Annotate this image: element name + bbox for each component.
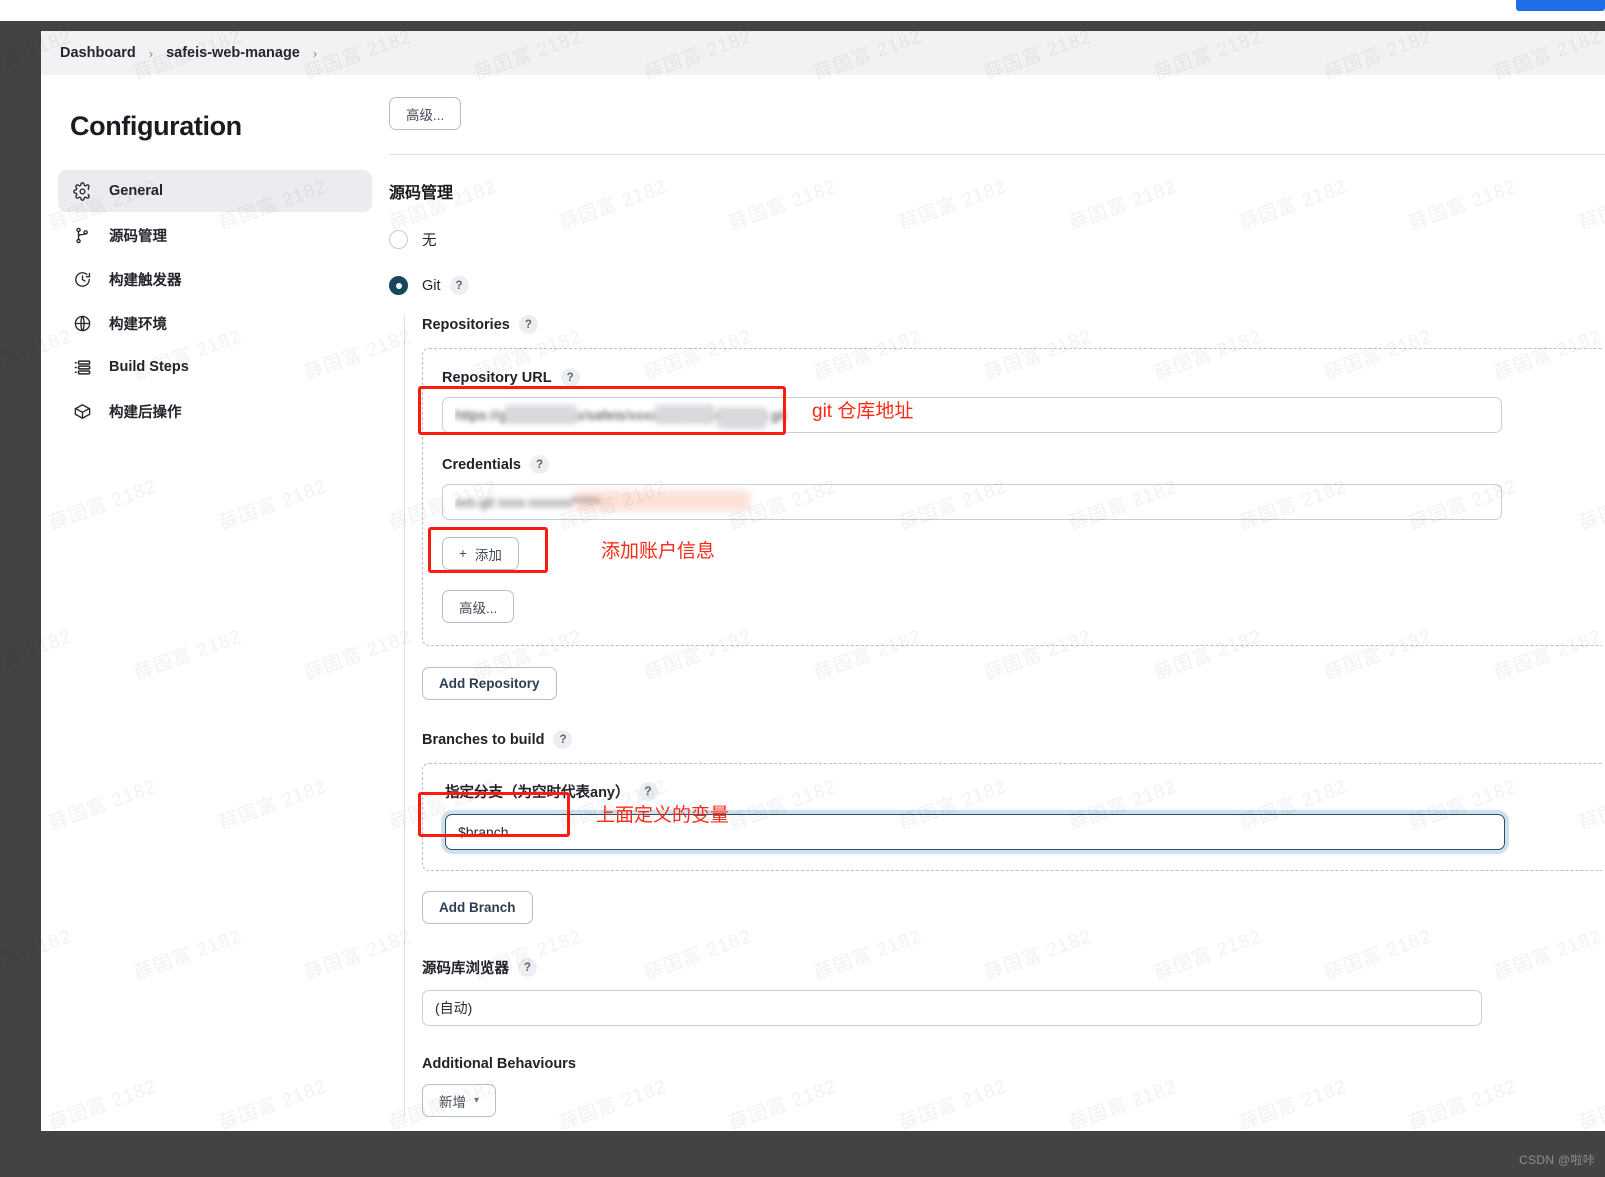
sidebar-item-general[interactable]: General [58, 170, 372, 212]
additional-behaviours-text: Additional Behaviours [422, 1056, 576, 1072]
additional-behaviours-add-label: 新增 [439, 1094, 466, 1110]
help-icon-repository-url[interactable]: ? [560, 368, 580, 387]
browser-tab-indicator [1516, 0, 1605, 11]
branches-label-row: Branches to build ? [422, 730, 1605, 749]
repositories-label: Repositories [422, 316, 510, 333]
add-repository-row: Add Repository [422, 667, 1605, 700]
configuration-body: Configuration General 源码管理 构建触发器 构建环境 Bu… [41, 75, 1605, 1131]
scm-option-git-label: Git [422, 277, 441, 294]
credentials-value: xxx-git xxxx-xxxxxx/***** [455, 494, 600, 510]
sidebar-item-label-post-build: 构建后操作 [109, 404, 182, 421]
sidebar-item-label-general: General [109, 183, 163, 199]
add-repository-button[interactable]: Add Repository [422, 667, 557, 700]
sidebar-item-label-build-steps: Build Steps [109, 359, 189, 375]
branch-icon [72, 225, 93, 246]
repository-url-label-row: Repository URL ? [442, 368, 1602, 387]
top-advanced-button[interactable]: 高级... [389, 97, 462, 130]
scm-section-title: 源码管理 [389, 185, 454, 202]
clock-icon [72, 269, 93, 290]
globe-icon [72, 313, 93, 334]
repository-url-input[interactable]: https://git.xxxxxxxxx/safeis/xxxxxxx-web… [442, 397, 1502, 433]
breadcrumb: Dashboard › safeis-web-manage › [41, 31, 1605, 75]
credentials-label: Credentials [442, 456, 521, 473]
annotation-text-repo-url: git 仓库地址 [812, 401, 914, 422]
plus-icon: + [459, 546, 467, 561]
section-divider [389, 154, 1605, 155]
redaction-blob-3 [717, 407, 767, 429]
sidebar-item-build-environment[interactable]: 构建环境 [58, 302, 372, 344]
sidebar-item-post-build[interactable]: 构建后操作 [58, 390, 372, 432]
repository-advanced-button[interactable]: 高级... [442, 590, 515, 623]
radio-none[interactable] [389, 230, 408, 249]
sidebar-item-label-scm: 源码管理 [109, 228, 167, 245]
additional-behaviours-row: 新增 ▾ [422, 1084, 1605, 1117]
repository-url-value-redacted: https://git.xxxxxxxxx/safeis/xxxxxxx-web… [455, 398, 1489, 432]
credentials-value-redacted: xxx-git xxxx-xxxxxx/***** [455, 485, 1489, 519]
scm-option-git[interactable]: Git ? [389, 276, 1605, 295]
configuration-main-panel: 高级... 源码管理 无 Git ? Repositories ? Reposi… [389, 75, 1605, 1131]
additional-behaviours-add-button[interactable]: 新增 ▾ [422, 1084, 497, 1117]
breadcrumb-item-dashboard[interactable]: Dashboard [60, 45, 136, 61]
additional-behaviours-label: Additional Behaviours [422, 1056, 1605, 1072]
help-icon-branch-spec[interactable]: ? [638, 782, 658, 801]
help-icon-repo-browser[interactable]: ? [518, 958, 537, 977]
configuration-sidebar: Configuration General 源码管理 构建触发器 构建环境 Bu… [41, 75, 389, 1131]
redaction-blob-credentials [575, 491, 750, 511]
credentials-label-row: Credentials ? [442, 455, 1602, 474]
chevron-down-icon: ▾ [474, 1095, 480, 1106]
breadcrumb-item-job[interactable]: safeis-web-manage [166, 45, 300, 61]
repositories-label-row: Repositories ? [422, 315, 1605, 334]
gear-icon [72, 181, 93, 202]
help-icon-credentials[interactable]: ? [529, 455, 549, 474]
branch-spec-value: $branch [458, 824, 509, 840]
scm-option-none-label: 无 [422, 233, 437, 249]
branches-to-build-label: Branches to build [422, 731, 545, 748]
radio-git[interactable] [389, 276, 408, 295]
branch-spec-label: 指定分支（为空时代表any） [445, 785, 630, 801]
repository-group: Repository URL ? https://git.xxxxxxxxx/s… [422, 348, 1602, 646]
csdn-watermark: CSDN @啦咔 [1519, 1153, 1595, 1167]
repo-advanced-row: 高级... [442, 590, 1602, 623]
git-settings-block: Repositories ? Repository URL ? https://… [404, 315, 1605, 1117]
package-icon [72, 401, 93, 422]
add-branch-button[interactable]: Add Branch [422, 891, 533, 924]
credentials-select[interactable]: xxx-git xxxx-xxxxxx/***** [442, 484, 1502, 520]
sidebar-item-build-steps[interactable]: Build Steps [58, 346, 372, 388]
window-frame-bottom-bar [0, 1144, 1605, 1177]
add-credentials-button[interactable]: + 添加 [442, 537, 519, 570]
breadcrumb-chevron-icon: › [148, 45, 154, 61]
sidebar-item-label-build-environment: 构建环境 [109, 316, 167, 333]
screenshot-root: CSDN @啦咔 Dashboard › safeis-web-manage ›… [0, 0, 1605, 1177]
repo-browser-label-row: 源码库浏览器 ? [422, 957, 1605, 978]
sidebar-item-label-build-triggers: 构建触发器 [109, 272, 182, 289]
redaction-blob-1 [505, 405, 577, 424]
repository-url-label: Repository URL [442, 369, 552, 386]
annotation-text-credentials: 添加账户信息 [601, 541, 716, 562]
sidebar-item-scm[interactable]: 源码管理 [58, 214, 372, 256]
add-branch-row: Add Branch [422, 891, 1605, 924]
page-title: Configuration [70, 111, 242, 141]
repo-browser-label: 源码库浏览器 [422, 961, 509, 977]
help-icon-branches[interactable]: ? [553, 730, 573, 749]
branch-spec-label-row: 指定分支（为空时代表any） ? [445, 781, 1602, 802]
list-icon [72, 357, 93, 378]
help-icon-repositories[interactable]: ? [518, 315, 538, 334]
repo-browser-value: (自动) [435, 1000, 473, 1016]
add-credentials-label: 添加 [474, 547, 502, 563]
annotation-text-branch: 上面定义的变量 [596, 805, 730, 826]
redaction-blob-2 [655, 405, 715, 424]
help-icon-git[interactable]: ? [449, 276, 469, 295]
scm-option-none[interactable]: 无 [389, 229, 1605, 250]
breadcrumb-chevron-icon-2: › [312, 45, 318, 61]
sidebar-item-build-triggers[interactable]: 构建触发器 [58, 258, 372, 300]
repo-browser-select[interactable]: (自动) [422, 990, 1482, 1026]
jenkins-configuration-window: Dashboard › safeis-web-manage › Configur… [41, 31, 1605, 1131]
